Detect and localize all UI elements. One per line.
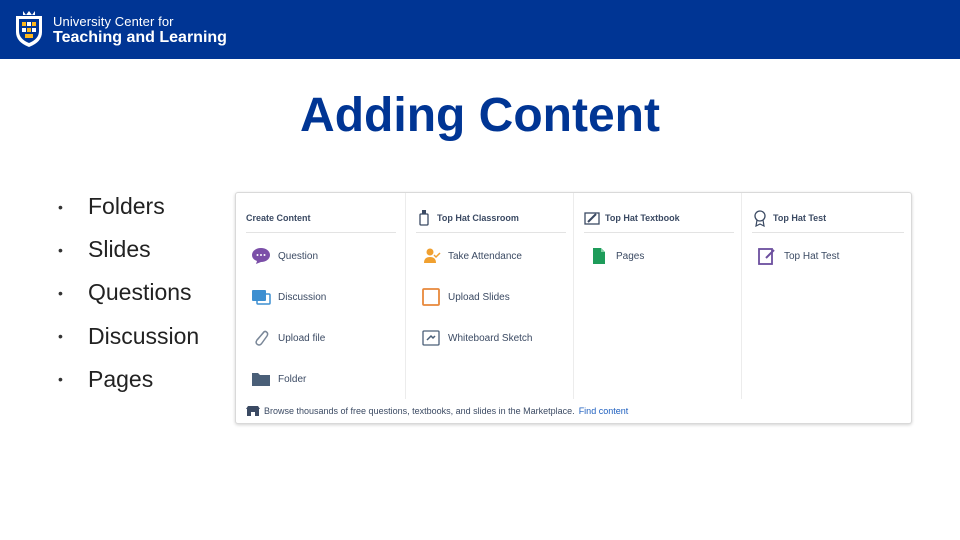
item-label: Upload Slides — [448, 291, 510, 303]
header-bar: University Center for Teaching and Learn… — [0, 0, 960, 59]
logo-line1: University Center for — [53, 14, 174, 29]
item-label: Top Hat Test — [784, 250, 840, 262]
question-bubble-icon — [250, 246, 272, 266]
column-heading-label: Top Hat Test — [773, 212, 827, 223]
bullet-dot-icon: • — [58, 198, 63, 215]
bullet-dot-icon: • — [58, 328, 63, 345]
paperclip-icon — [250, 328, 272, 348]
bullet-item: • Discussion — [58, 315, 199, 358]
marketplace-icon — [246, 406, 260, 416]
bullet-item: • Folders — [58, 185, 199, 228]
textbook-column: Top Hat Textbook Pages — [573, 193, 741, 399]
folder-icon — [250, 369, 272, 389]
whiteboard-sketch-item[interactable]: Whiteboard Sketch — [420, 327, 533, 349]
column-heading-label: Top Hat Classroom — [437, 212, 519, 223]
footer-text: Browse thousands of free questions, text… — [264, 406, 575, 416]
university-shield-icon — [16, 11, 42, 47]
test-heading: Top Hat Test — [752, 203, 904, 233]
tophat-add-content-panel: Create Content Question Discussion Uploa… — [235, 192, 912, 424]
whiteboard-icon — [420, 328, 442, 348]
bullet-item: • Pages — [58, 358, 199, 401]
item-label: Pages — [616, 250, 645, 262]
discussion-icon — [250, 287, 272, 307]
create-content-heading: Create Content — [246, 203, 396, 233]
column-heading-label: Create Content — [246, 212, 311, 223]
take-attendance-item[interactable]: Take Attendance — [420, 245, 522, 267]
create-question-item[interactable]: Question — [250, 245, 318, 267]
create-folder-item[interactable]: Folder — [250, 368, 306, 390]
item-label: Discussion — [278, 291, 327, 303]
classroom-icon — [419, 209, 429, 226]
test-badge-icon — [754, 209, 766, 227]
classroom-heading: Top Hat Classroom — [416, 203, 566, 233]
attendance-icon — [420, 246, 442, 266]
textbook-heading: Top Hat Textbook — [584, 203, 734, 233]
pages-icon — [588, 246, 610, 266]
upload-slides-item[interactable]: Upload Slides — [420, 286, 510, 308]
slides-icon — [420, 287, 442, 307]
marketplace-footer: Browse thousands of free questions, text… — [246, 404, 628, 418]
bullet-text: Questions — [88, 279, 192, 306]
create-test-item[interactable]: Top Hat Test — [756, 245, 839, 267]
bullet-text: Pages — [88, 365, 154, 392]
bullet-dot-icon: • — [58, 371, 63, 388]
bullet-item: • Slides — [58, 228, 199, 271]
bullet-dot-icon: • — [58, 284, 63, 301]
item-label: Whiteboard Sketch — [448, 332, 533, 344]
upload-file-item[interactable]: Upload file — [250, 327, 325, 349]
bullet-item: • Questions — [58, 271, 199, 314]
test-icon — [756, 246, 778, 266]
bullet-dot-icon: • — [58, 241, 63, 258]
item-label: Take Attendance — [448, 250, 522, 262]
bullet-text: Discussion — [88, 322, 200, 349]
textbook-icon — [584, 211, 600, 225]
bullet-text: Slides — [88, 236, 151, 263]
classroom-column: Top Hat Classroom Take Attendance Upload… — [405, 193, 573, 399]
item-label: Question — [278, 250, 319, 262]
item-label: Folder — [278, 373, 307, 385]
create-discussion-item[interactable]: Discussion — [250, 286, 326, 308]
create-content-column: Create Content Question Discussion Uploa… — [236, 193, 405, 399]
item-label: Upload file — [278, 332, 326, 344]
find-content-link[interactable]: Find content — [579, 406, 629, 416]
slide-title: Adding Content — [300, 89, 660, 142]
column-heading-label: Top Hat Textbook — [605, 212, 680, 223]
create-pages-item[interactable]: Pages — [588, 245, 644, 267]
bullet-list: • Folders • Slides • Questions • Discussion … — [58, 185, 199, 401]
logo-line2: Teaching and Learning — [53, 29, 227, 46]
bullet-text: Folders — [88, 193, 165, 220]
test-column: Top Hat Test Top Hat Test — [741, 193, 911, 399]
